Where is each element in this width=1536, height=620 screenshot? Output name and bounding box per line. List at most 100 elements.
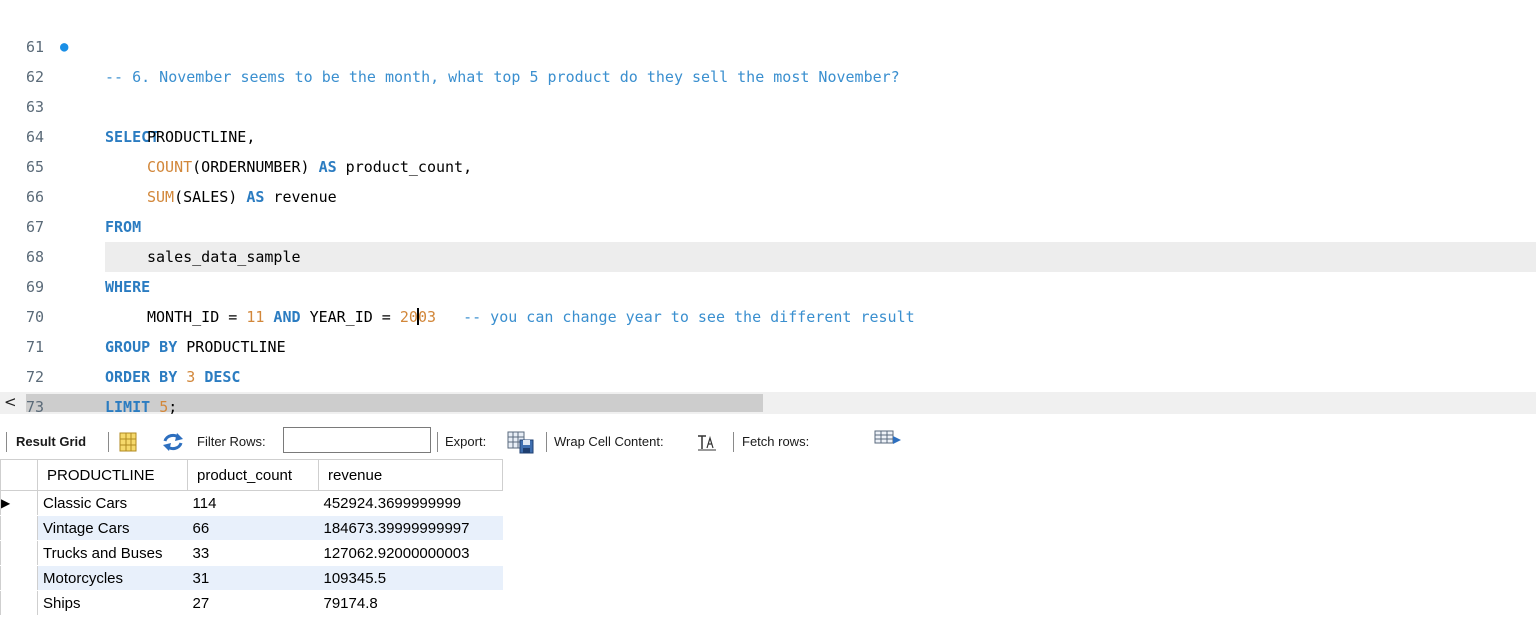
fetch-rows-icon[interactable]: [874, 430, 902, 448]
year-value-part: 03: [417, 308, 436, 326]
table-row[interactable]: Motorcycles 31 109345.5: [0, 565, 503, 591]
toolbar-separator: [437, 432, 438, 452]
cell-revenue[interactable]: 109345.5: [318, 565, 503, 591]
function-sum: SUM: [147, 188, 175, 206]
row-header[interactable]: [0, 590, 38, 616]
cell-productline[interactable]: Vintage Cars: [37, 515, 188, 541]
code-line[interactable]: 62 ● SELECT: [0, 32, 1536, 146]
refresh-icon[interactable]: [161, 432, 185, 452]
keyword-from: FROM: [105, 218, 142, 236]
sql-editor[interactable]: 61 -- 6. November seems to be the month,…: [0, 0, 1536, 416]
function-count: COUNT: [147, 158, 193, 176]
alias-product-count: product_count,: [336, 158, 473, 176]
line-number: 61: [26, 38, 45, 56]
table-row[interactable]: Ships 27 79174.8: [0, 590, 503, 616]
count-argument: (ORDERNUMBER): [192, 158, 319, 176]
toolbar-separator: [6, 432, 7, 452]
fetch-rows-label: Fetch rows:: [742, 434, 810, 449]
line-number: 64: [26, 128, 45, 146]
code-line[interactable]: 70 GROUP BY PRODUCTLINE: [0, 272, 1536, 356]
cell-productline[interactable]: Ships: [37, 590, 188, 616]
alias-revenue: revenue: [264, 188, 337, 206]
line-number: 68: [26, 248, 45, 266]
export-icon[interactable]: [507, 431, 535, 455]
sum-argument: (SALES): [174, 188, 247, 206]
code-line[interactable]: 61 -- 6. November seems to be the month,…: [0, 2, 1536, 86]
scroll-left-arrow-icon[interactable]: <: [4, 393, 17, 411]
line-number: 67: [26, 218, 45, 236]
cell-revenue[interactable]: 452924.3699999999: [318, 490, 503, 516]
line-number: 73: [26, 398, 45, 416]
cell-product-count[interactable]: 27: [187, 590, 319, 616]
cell-product-count[interactable]: 66: [187, 515, 319, 541]
row-header-corner[interactable]: [0, 459, 38, 491]
cell-revenue[interactable]: 184673.39999999997: [318, 515, 503, 541]
current-row-pointer-icon[interactable]: ▶: [0, 490, 38, 516]
line-number: 62: [26, 68, 45, 86]
row-header[interactable]: [0, 515, 38, 541]
export-label: Export:: [445, 434, 487, 449]
cell-productline[interactable]: Trucks and Buses: [37, 540, 188, 566]
year-id-condition: YEAR_ID =: [309, 308, 400, 326]
cell-product-count[interactable]: 31: [187, 565, 319, 591]
result-grid[interactable]: PRODUCTLINE product_count revenue ▶ Clas…: [0, 459, 503, 616]
cell-productline[interactable]: Classic Cars: [37, 490, 188, 516]
limit-number: 5: [159, 398, 169, 416]
code-order-by: ORDER BY 3 DESC: [105, 362, 240, 392]
line-number: 63: [26, 98, 45, 116]
cell-productline[interactable]: Motorcycles: [37, 565, 188, 591]
keyword-group-by: GROUP BY: [105, 338, 178, 356]
grid-view-icon[interactable]: [119, 432, 137, 452]
keyword-where: WHERE: [105, 278, 151, 296]
cell-revenue[interactable]: 79174.8: [318, 590, 503, 616]
keyword-as: AS: [318, 158, 337, 176]
result-grid-label-bold: Re: [16, 434, 33, 449]
result-grid-label: sult Grid: [32, 434, 87, 449]
code-comment: -- 6. November seems to be the month, wh…: [105, 68, 900, 86]
toolbar-separator: [108, 432, 109, 452]
line-number: 71: [26, 338, 45, 356]
column-header-product-count[interactable]: product_count: [187, 459, 319, 491]
month-id-condition: MONTH_ID =: [147, 308, 247, 326]
table-name: sales_data_sample: [147, 248, 301, 266]
wrap-text-icon[interactable]: [697, 434, 717, 452]
code-count-expression: COUNT(ORDERNUMBER) AS product_count,: [105, 152, 472, 182]
row-header[interactable]: [0, 540, 38, 566]
keyword-limit: LIMIT: [105, 398, 151, 416]
month-value: 11: [246, 308, 265, 326]
result-header-row: PRODUCTLINE product_count revenue: [0, 459, 503, 491]
line-number: 70: [26, 308, 45, 326]
column-header-revenue[interactable]: revenue: [318, 459, 503, 491]
code-line[interactable]: 64 COUNT(ORDERNUMBER) AS product_count,: [0, 92, 1536, 176]
group-by-column: PRODUCTLINE: [177, 338, 286, 356]
code-group-by: GROUP BY PRODUCTLINE: [105, 332, 286, 362]
line-number: 65: [26, 158, 45, 176]
horizontal-scrollbar[interactable]: <: [0, 392, 1536, 414]
result-grid-tab[interactable]: Result Grid: [16, 426, 86, 458]
line-number: 69: [26, 278, 45, 296]
code-comment: -- you can change year to see the differ…: [436, 308, 915, 326]
line-number: 72: [26, 368, 45, 386]
code-line[interactable]: 68 WHERE: [0, 212, 1536, 296]
cell-revenue[interactable]: 127062.92000000003: [318, 540, 503, 566]
toolbar-separator: [733, 432, 734, 452]
line-number: 66: [26, 188, 45, 206]
row-header[interactable]: [0, 565, 38, 591]
filter-rows-input[interactable]: [283, 427, 431, 453]
toolbar-separator: [546, 432, 547, 452]
keyword-and: AND: [264, 308, 310, 326]
table-row[interactable]: ▶ Classic Cars 114 452924.3699999999: [0, 490, 503, 516]
code-where-condition: MONTH_ID = 11 AND YEAR_ID = 2003 -- you …: [105, 302, 915, 332]
table-row[interactable]: Vintage Cars 66 184673.39999999997: [0, 515, 503, 541]
table-row[interactable]: Trucks and Buses 33 127062.92000000003: [0, 540, 503, 566]
filter-rows-label: Filter Rows:: [197, 434, 266, 449]
column-header-productline[interactable]: PRODUCTLINE: [37, 459, 188, 491]
order-by-number: 3: [186, 368, 196, 386]
cell-product-count[interactable]: 114: [187, 490, 319, 516]
column-productline: PRODUCTLINE,: [147, 128, 256, 146]
cell-product-count[interactable]: 33: [187, 540, 319, 566]
statement-marker-icon[interactable]: ●: [60, 32, 68, 62]
statement-terminator: ;: [168, 398, 178, 416]
keyword-as: AS: [246, 188, 265, 206]
keyword-desc: DESC: [204, 368, 241, 386]
